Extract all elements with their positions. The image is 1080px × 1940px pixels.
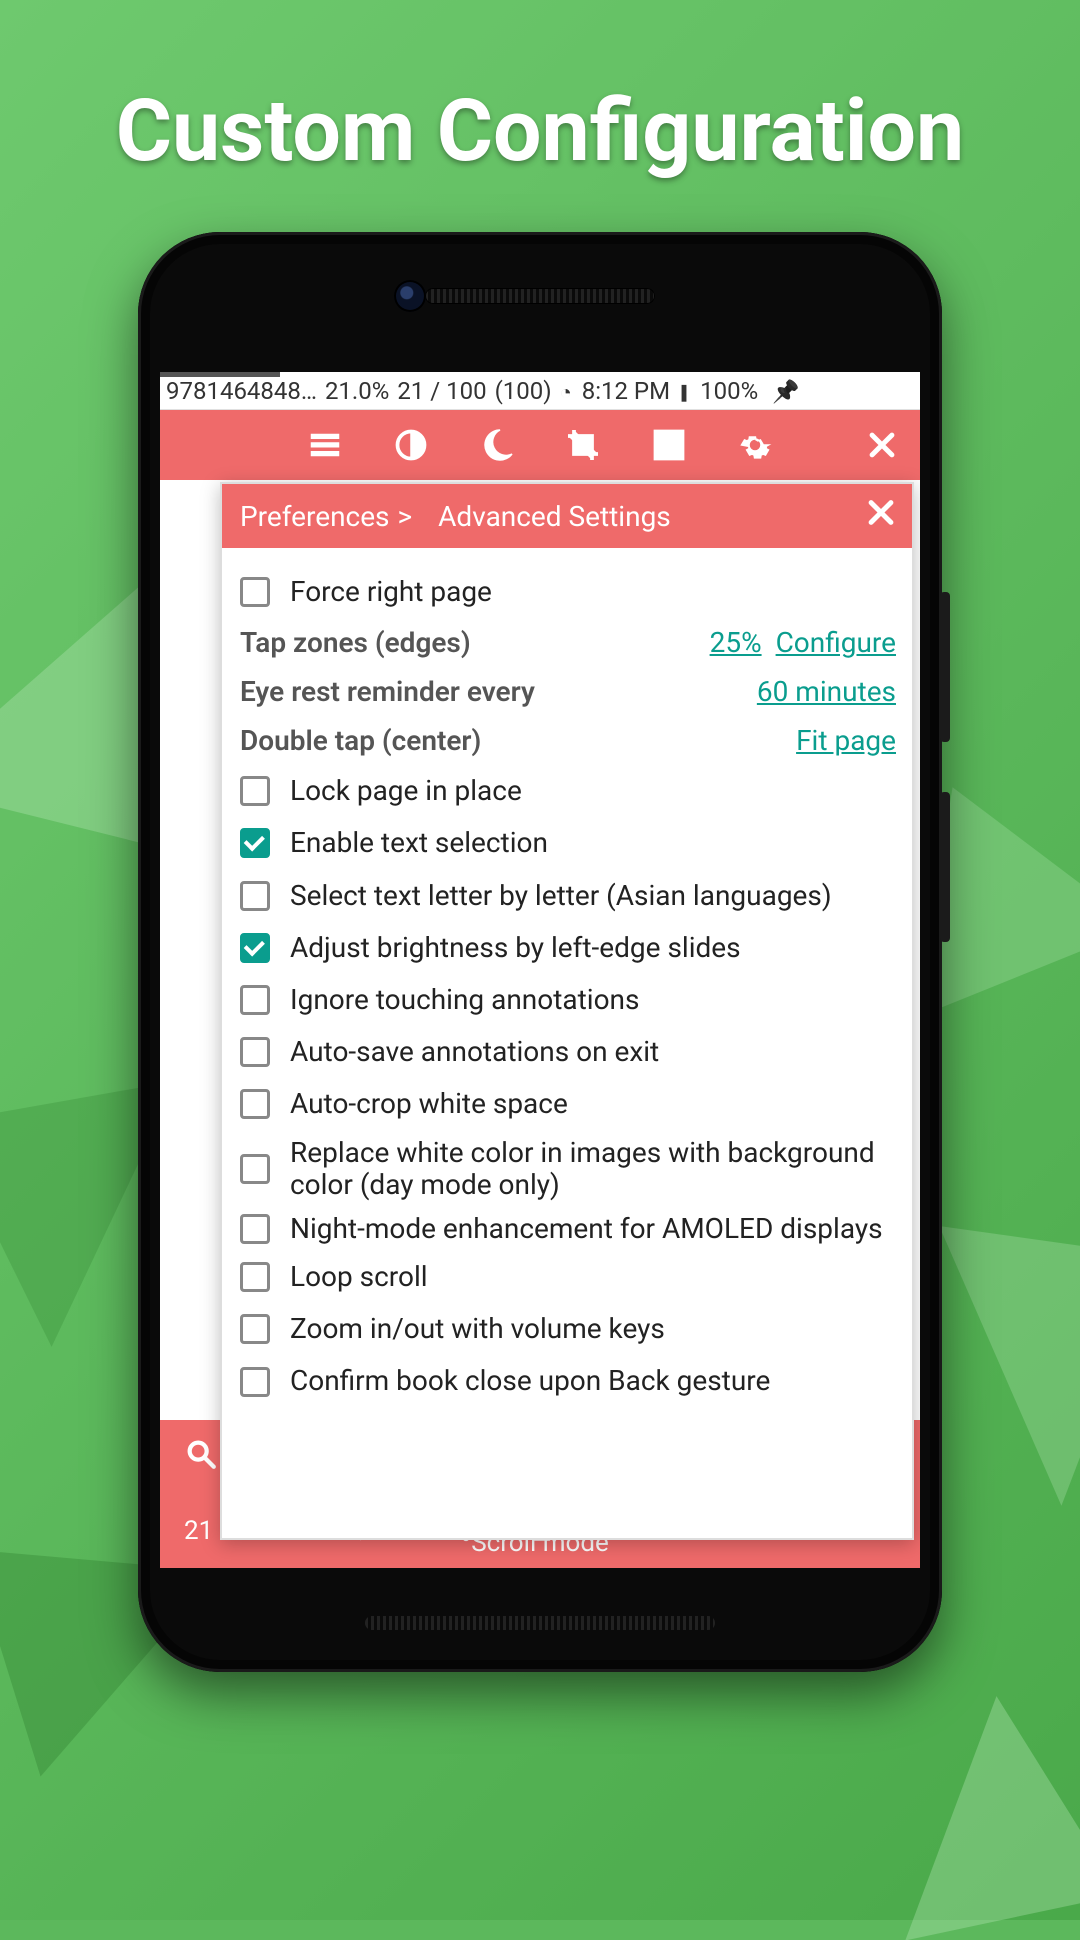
breadcrumb-root[interactable]: Preferences — [240, 500, 390, 533]
progress-meter — [160, 372, 280, 377]
status-battery: 100% — [700, 377, 758, 405]
pref-enable-text-selection[interactable]: Enable text selection — [240, 817, 896, 869]
checkbox-label: Auto-crop white space — [290, 1088, 568, 1120]
pref-ignore-annotations[interactable]: Ignore touching annotations — [240, 974, 896, 1026]
pref-eye-rest: Eye rest reminder every 60 minutes — [240, 667, 896, 716]
checkbox-label: Lock page in place — [290, 775, 522, 807]
screen: 9781464848… 21.0% 21 / 100 (100) 8:12 PM… — [160, 372, 920, 1568]
checkbox[interactable] — [240, 1037, 270, 1067]
status-zoom: 21.0% — [325, 377, 389, 405]
config-label: Eye rest reminder every — [240, 675, 743, 708]
pref-loop-scroll[interactable]: Loop scroll — [240, 1251, 896, 1303]
status-bar: 9781464848… 21.0% 21 / 100 (100) 8:12 PM… — [160, 372, 920, 410]
pref-select-letter-by-letter[interactable]: Select text letter by letter (Asian lang… — [240, 870, 896, 922]
earpiece-speaker — [425, 288, 655, 304]
pref-force-right-page[interactable]: Force right page — [240, 566, 896, 618]
checkbox-label: Loop scroll — [290, 1261, 428, 1293]
checkbox-label: Auto-save annotations on exit — [290, 1036, 659, 1068]
status-page: 21 / 100 — [397, 377, 486, 405]
checkbox-label: Confirm book close upon Back gesture — [290, 1365, 770, 1397]
checkbox[interactable] — [240, 776, 270, 806]
pref-confirm-close[interactable]: Confirm book close upon Back gesture — [240, 1355, 896, 1407]
checkbox-label: Replace white color in images with backg… — [290, 1137, 896, 1201]
footer-page-number[interactable]: 21 — [184, 1516, 213, 1546]
fit-screen-icon[interactable] — [649, 425, 689, 465]
pref-lock-page[interactable]: Lock page in place — [240, 765, 896, 817]
pref-brightness-edge[interactable]: Adjust brightness by left-edge slides — [240, 922, 896, 974]
checkbox[interactable] — [240, 1314, 270, 1344]
pref-double-tap: Double tap (center) Fit page — [240, 716, 896, 765]
checkbox[interactable] — [240, 828, 270, 858]
pref-autosave-annotations[interactable]: Auto-save annotations on exit — [240, 1026, 896, 1078]
pref-replace-white[interactable]: Replace white color in images with backg… — [240, 1131, 896, 1207]
status-time: 8:12 PM — [582, 377, 670, 405]
config-label: Double tap (center) — [240, 724, 782, 757]
breadcrumb-current: Advanced Settings — [438, 500, 671, 533]
top-toolbar — [160, 410, 920, 480]
checkbox-label: Zoom in/out with volume keys — [290, 1313, 665, 1345]
close-dialog-icon[interactable] — [864, 496, 898, 537]
search-icon[interactable] — [184, 1437, 218, 1478]
status-total: (100) — [495, 377, 552, 405]
checkbox-label: Force right page — [290, 576, 492, 608]
eye-rest-value-link[interactable]: 60 minutes — [757, 675, 896, 708]
checkbox[interactable] — [240, 1214, 270, 1244]
checkbox-label: Select text letter by letter (Asian lang… — [290, 880, 832, 912]
pref-amoled-night[interactable]: Night-mode enhancement for AMOLED displa… — [240, 1207, 896, 1251]
dialog-body[interactable]: Force right page Tap zones (edges) 25% C… — [222, 548, 912, 1416]
gear-icon[interactable] — [735, 425, 775, 465]
config-label: Tap zones (edges) — [240, 626, 696, 659]
double-tap-value-link[interactable]: Fit page — [796, 724, 896, 757]
promo-title: Custom Configuration — [0, 80, 1080, 181]
checkbox[interactable] — [240, 1089, 270, 1119]
pref-autocrop-whitespace[interactable]: Auto-crop white space — [240, 1078, 896, 1130]
clock-icon — [560, 377, 574, 405]
volume-up-button — [940, 592, 950, 742]
checkbox[interactable] — [240, 985, 270, 1015]
preferences-dialog: Preferences > Advanced Settings Force ri… — [220, 482, 914, 1540]
contrast-icon[interactable] — [391, 425, 431, 465]
pref-zoom-volume-keys[interactable]: Zoom in/out with volume keys — [240, 1303, 896, 1355]
checkbox[interactable] — [240, 933, 270, 963]
close-toolbar-icon[interactable] — [862, 425, 902, 465]
moon-icon[interactable] — [477, 425, 517, 465]
crop-icon[interactable] — [563, 425, 603, 465]
checkbox[interactable] — [240, 577, 270, 607]
front-camera — [394, 280, 426, 312]
checkbox-label: Night-mode enhancement for AMOLED displa… — [290, 1213, 883, 1245]
breadcrumb-separator: > — [398, 500, 413, 533]
checkbox-label: Ignore touching annotations — [290, 984, 639, 1016]
pin-icon[interactable] — [766, 377, 799, 405]
checkbox-label: Enable text selection — [290, 827, 548, 859]
volume-down-button — [940, 792, 950, 942]
tap-zones-percent-link[interactable]: 25% — [710, 626, 762, 659]
device-frame: 9781464848… 21.0% 21 / 100 (100) 8:12 PM… — [138, 232, 942, 1672]
battery-icon — [678, 377, 692, 405]
checkbox-label: Adjust brightness by left-edge slides — [290, 932, 741, 964]
dialog-header: Preferences > Advanced Settings — [222, 484, 912, 548]
pref-tap-zones: Tap zones (edges) 25% Configure — [240, 618, 896, 667]
tap-zones-configure-link[interactable]: Configure — [776, 626, 896, 659]
menu-icon[interactable] — [305, 425, 345, 465]
checkbox[interactable] — [240, 1262, 270, 1292]
status-file-id: 9781464848… — [166, 377, 317, 405]
bottom-speaker — [365, 1616, 715, 1630]
checkbox[interactable] — [240, 881, 270, 911]
checkbox[interactable] — [240, 1154, 270, 1184]
checkbox[interactable] — [240, 1367, 270, 1397]
